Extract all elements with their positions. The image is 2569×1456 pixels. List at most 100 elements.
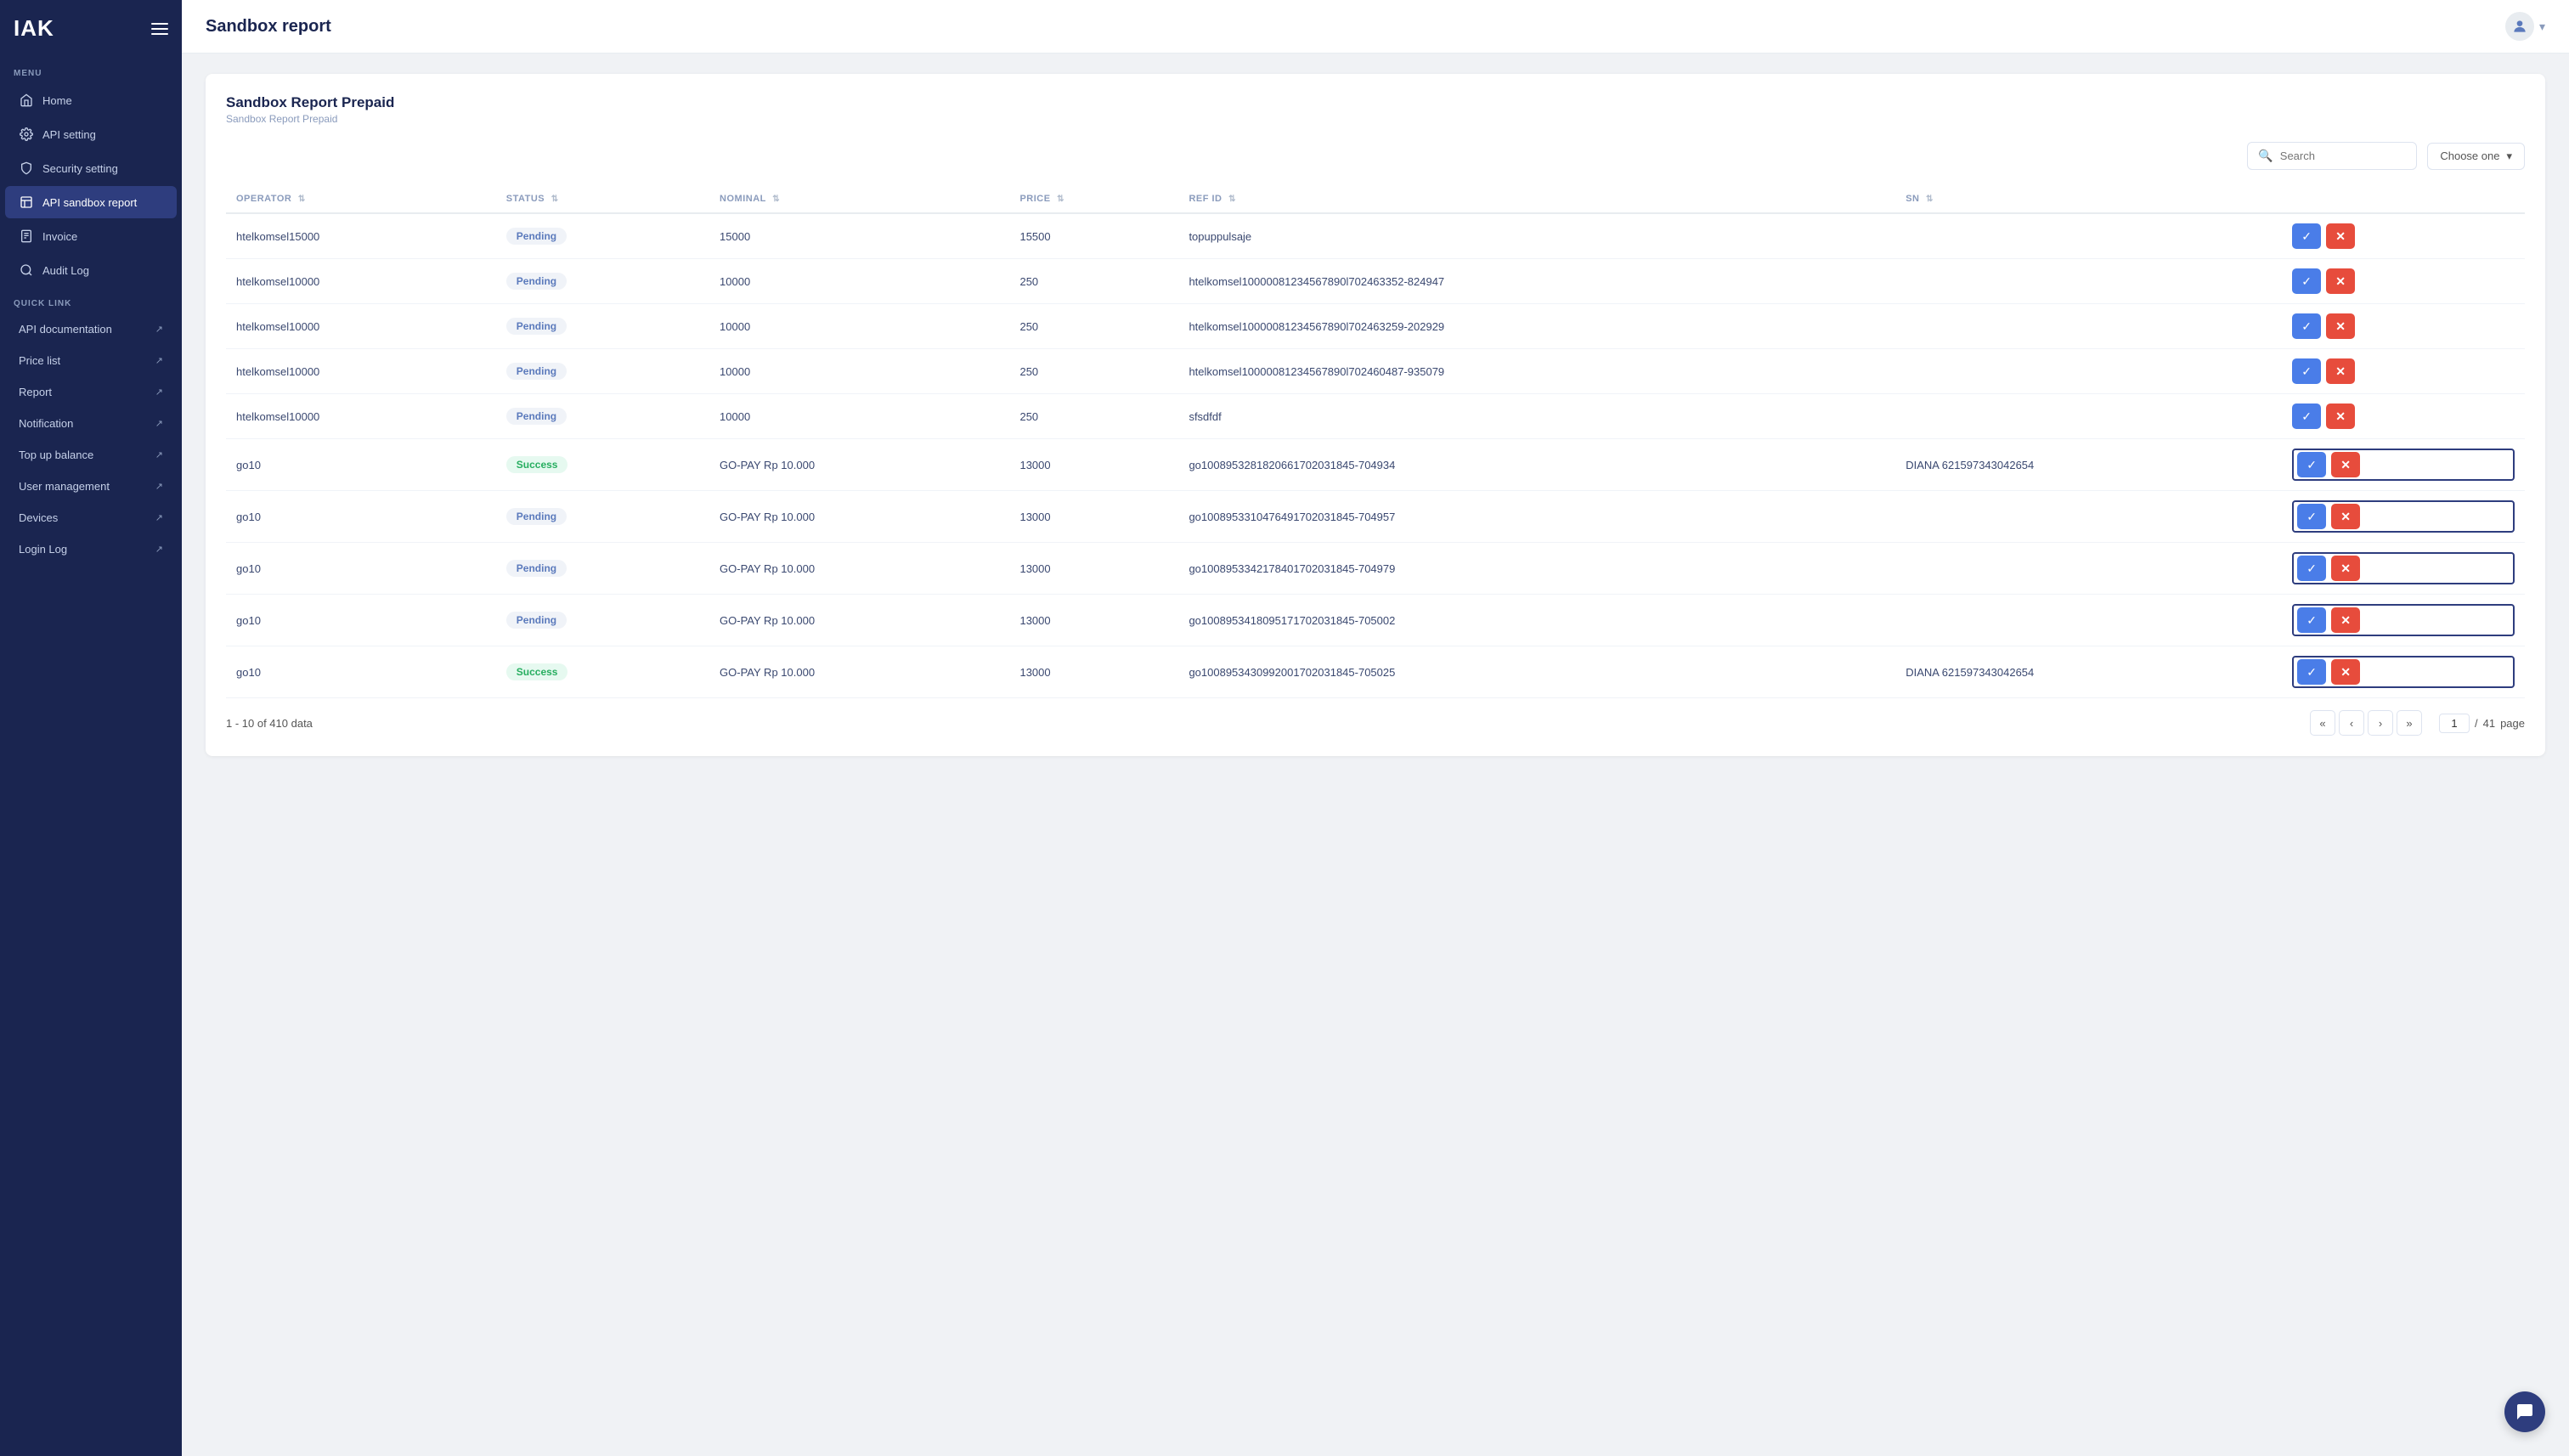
cell-nominal: GO-PAY Rp 10.000 (709, 439, 1009, 491)
sidebar-item-user-management[interactable]: User management ↗ (5, 471, 177, 501)
cell-actions: ✓ ✕ (2282, 439, 2525, 491)
sort-icon-status: ⇅ (551, 195, 559, 204)
approve-button[interactable]: ✓ (2297, 504, 2326, 529)
action-btns: ✓ ✕ (2292, 223, 2515, 249)
reject-button[interactable]: ✕ (2326, 404, 2355, 429)
search-input[interactable] (2280, 150, 2407, 162)
table-row: go10 Pending GO-PAY Rp 10.000 13000 go10… (226, 543, 2525, 595)
action-buttons-wrap: ✓ ✕ (2292, 604, 2515, 636)
cell-operator: htelkomsel10000 (226, 394, 496, 439)
reject-button[interactable]: ✕ (2326, 223, 2355, 249)
last-page-button[interactable]: » (2397, 710, 2422, 736)
cell-ref-id: go1008953418095171702031845-705002 (1178, 595, 1895, 646)
card-title: Sandbox Report Prepaid (226, 94, 2525, 111)
approve-button[interactable]: ✓ (2297, 556, 2326, 581)
reject-button[interactable]: ✕ (2326, 268, 2355, 294)
external-link-icon: ↗ (155, 544, 163, 555)
sidebar-item-notification[interactable]: Notification ↗ (5, 409, 177, 438)
sidebar-item-api-setting[interactable]: API setting (5, 118, 177, 150)
table-row: go10 Success GO-PAY Rp 10.000 13000 go10… (226, 439, 2525, 491)
cell-actions: ✓ ✕ (2282, 259, 2525, 304)
reject-button[interactable]: ✕ (2331, 556, 2360, 581)
reject-button[interactable]: ✕ (2331, 504, 2360, 529)
page-title: Sandbox report (206, 17, 2505, 37)
cell-actions: ✓ ✕ (2282, 595, 2525, 646)
sidebar-item-security-setting[interactable]: Security setting (5, 152, 177, 184)
choose-one-dropdown[interactable]: Choose one ▾ (2427, 143, 2525, 170)
cell-status: Pending (496, 394, 709, 439)
reject-button[interactable]: ✕ (2331, 452, 2360, 477)
approve-button[interactable]: ✓ (2292, 358, 2321, 384)
approve-button[interactable]: ✓ (2297, 607, 2326, 633)
data-table-wrap: OPERATOR ⇅ STATUS ⇅ NOMINAL ⇅ (226, 185, 2525, 698)
external-link-icon: ↗ (155, 512, 163, 523)
table-row: go10 Pending GO-PAY Rp 10.000 13000 go10… (226, 595, 2525, 646)
cell-sn (1895, 349, 2282, 394)
sidebar-item-login-log[interactable]: Login Log ↗ (5, 534, 177, 564)
approve-button[interactable]: ✓ (2292, 313, 2321, 339)
search-box[interactable]: 🔍 (2247, 142, 2417, 170)
cell-nominal: GO-PAY Rp 10.000 (709, 646, 1009, 698)
approve-button[interactable]: ✓ (2292, 268, 2321, 294)
first-page-button[interactable]: « (2310, 710, 2335, 736)
sidebar-item-audit-log[interactable]: Audit Log (5, 254, 177, 286)
col-nominal[interactable]: NOMINAL ⇅ (709, 185, 1009, 213)
approve-button[interactable]: ✓ (2297, 659, 2326, 685)
next-page-button[interactable]: › (2368, 710, 2393, 736)
approve-button[interactable]: ✓ (2292, 404, 2321, 429)
sidebar-item-label-user-management: User management (19, 480, 110, 493)
reject-button[interactable]: ✕ (2326, 358, 2355, 384)
col-sn[interactable]: SN ⇅ (1895, 185, 2282, 213)
approve-button[interactable]: ✓ (2297, 452, 2326, 477)
sort-icon-nominal: ⇅ (772, 195, 780, 204)
col-operator[interactable]: OPERATOR ⇅ (226, 185, 496, 213)
sidebar-item-devices[interactable]: Devices ↗ (5, 503, 177, 533)
sidebar-item-report[interactable]: Report ↗ (5, 377, 177, 407)
col-ref-id[interactable]: REF ID ⇅ (1178, 185, 1895, 213)
sort-icon-sn: ⇅ (1926, 195, 1934, 204)
cell-operator: htelkomsel15000 (226, 213, 496, 259)
cell-operator: go10 (226, 543, 496, 595)
cell-operator: htelkomsel10000 (226, 259, 496, 304)
sidebar-item-invoice[interactable]: Invoice (5, 220, 177, 252)
cell-price: 13000 (1009, 439, 1178, 491)
reject-button[interactable]: ✕ (2326, 313, 2355, 339)
page-number-input[interactable] (2439, 714, 2470, 733)
sidebar-item-api-sandbox-report[interactable]: API sandbox report (5, 186, 177, 218)
cell-ref-id: go1008953430992001702031845-705025 (1178, 646, 1895, 698)
home-icon (19, 93, 34, 108)
cell-actions: ✓ ✕ (2282, 646, 2525, 698)
search-icon: 🔍 (2258, 149, 2273, 163)
hamburger-menu[interactable] (151, 23, 168, 35)
cell-ref-id: sfsdfdf (1178, 394, 1895, 439)
cell-sn (1895, 304, 2282, 349)
table-row: htelkomsel10000 Pending 10000 250 htelko… (226, 304, 2525, 349)
cell-nominal: GO-PAY Rp 10.000 (709, 491, 1009, 543)
cell-sn: DIANA 621597343042654 (1895, 439, 2282, 491)
approve-button[interactable]: ✓ (2292, 223, 2321, 249)
reject-button[interactable]: ✕ (2331, 659, 2360, 685)
sidebar-item-price-list[interactable]: Price list ↗ (5, 346, 177, 375)
cell-price: 13000 (1009, 595, 1178, 646)
sidebar-item-home[interactable]: Home (5, 84, 177, 116)
action-btns: ✓ ✕ (2292, 268, 2515, 294)
action-buttons-wrap: ✓ ✕ (2292, 358, 2515, 384)
shield-icon (19, 161, 34, 176)
external-link-icon: ↗ (155, 324, 163, 335)
sidebar: IAK MENU Home API setting Security setti… (0, 0, 182, 1456)
sidebar-item-api-documentation[interactable]: API documentation ↗ (5, 314, 177, 344)
sidebar-item-label-notification: Notification (19, 417, 73, 430)
cell-price: 250 (1009, 304, 1178, 349)
page-label: page (2500, 717, 2525, 730)
cell-sn (1895, 259, 2282, 304)
col-status[interactable]: STATUS ⇅ (496, 185, 709, 213)
cell-operator: go10 (226, 439, 496, 491)
content-area: Sandbox Report Prepaid Sandbox Report Pr… (182, 54, 2569, 1456)
reject-button[interactable]: ✕ (2331, 607, 2360, 633)
page-separator: / (2475, 717, 2478, 730)
avatar[interactable] (2505, 12, 2534, 41)
prev-page-button[interactable]: ‹ (2339, 710, 2364, 736)
col-price[interactable]: PRICE ⇅ (1009, 185, 1178, 213)
sidebar-item-top-up-balance[interactable]: Top up balance ↗ (5, 440, 177, 470)
chat-bubble-button[interactable] (2504, 1391, 2545, 1432)
